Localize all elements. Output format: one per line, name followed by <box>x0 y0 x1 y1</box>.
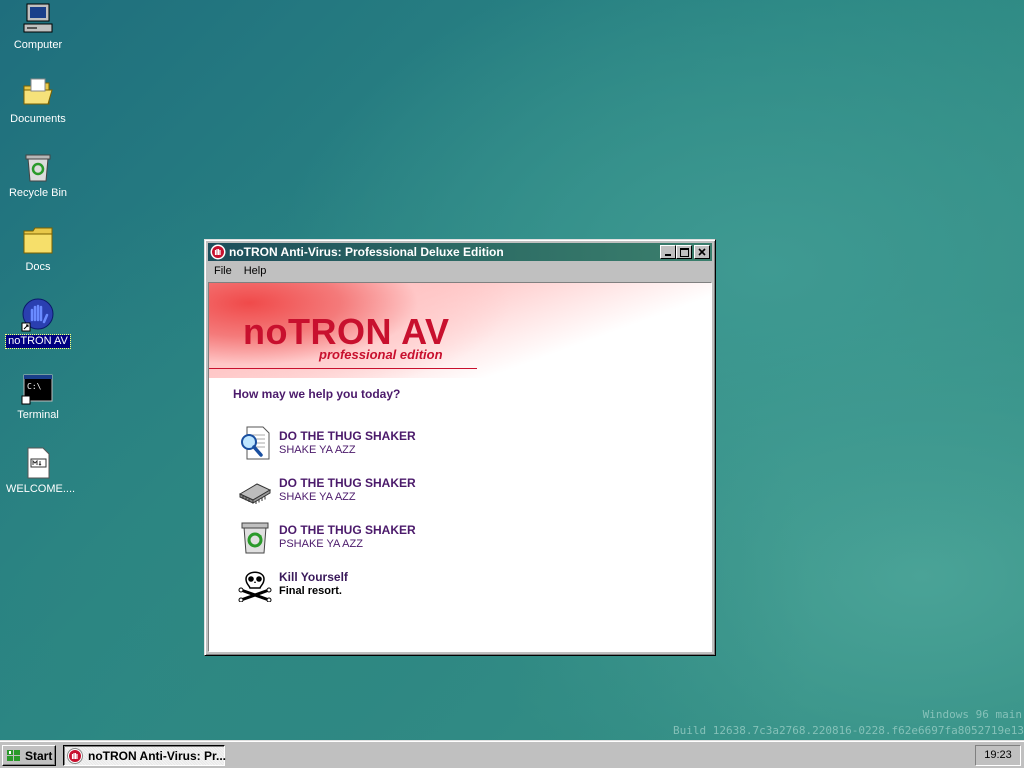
desktop-icon-computer[interactable]: Computer <box>4 2 72 52</box>
system-tray-clock: 19:23 <box>975 745 1021 766</box>
window-title: noTRON Anti-Virus: Professional Deluxe E… <box>229 245 504 259</box>
desktop-icon-notron-av[interactable]: noTRON AV <box>4 298 72 349</box>
maximize-icon <box>679 248 689 257</box>
menu-help[interactable]: Help <box>238 262 273 277</box>
desktop-icon-docs[interactable]: Docs <box>4 224 72 274</box>
folder-icon <box>23 227 53 254</box>
notron-shield-icon <box>21 298 54 332</box>
action-memory[interactable]: DO THE THUG SHAKER SHAKE YA AZZ <box>237 472 537 512</box>
action-subtitle: SHAKE YA AZZ <box>279 491 356 503</box>
desktop-icon-label: Docs <box>25 261 51 273</box>
action-subtitle: Final resort. <box>279 585 342 597</box>
build-watermark-line1: Windows 96 main <box>922 708 1022 721</box>
desktop-icon-terminal[interactable]: C:\ Terminal <box>4 372 72 422</box>
computer-icon <box>23 3 53 33</box>
action-subtitle: PSHAKE YA AZZ <box>279 538 363 550</box>
taskbar-button-notron[interactable]: noTRON Anti-Virus: Pr... <box>63 745 227 766</box>
recycle-bin-icon <box>241 522 269 554</box>
help-prompt: How may we help you today? <box>233 387 401 401</box>
close-button[interactable] <box>694 245 710 259</box>
start-label: Start <box>25 749 53 763</box>
title-bar[interactable]: noTRON Anti-Virus: Professional Deluxe E… <box>208 243 712 261</box>
action-title: DO THE THUG SHAKER <box>279 429 416 443</box>
action-title: Kill Yourself <box>279 570 348 584</box>
notron-stop-icon <box>67 748 83 764</box>
desktop-icon-label: WELCOME.... <box>6 483 76 495</box>
taskbar: Start noTRON Anti-Virus: Pr... 19:23 <box>0 740 1024 768</box>
desktop-icon-welcome[interactable]: WELCOME.... <box>4 446 75 496</box>
markdown-file-icon <box>27 447 50 479</box>
skull-crossbones-icon <box>238 571 272 602</box>
terminal-icon: C:\ <box>21 374 53 405</box>
close-icon <box>698 248 706 256</box>
brand-divider <box>209 368 477 369</box>
recycle-bin-icon <box>25 154 51 182</box>
notron-window: noTRON Anti-Virus: Professional Deluxe E… <box>204 239 716 656</box>
start-button[interactable]: Start <box>2 745 56 766</box>
action-scan[interactable]: DO THE THUG SHAKER SHAKE YA AZZ <box>237 425 537 465</box>
notron-stop-icon <box>210 244 226 260</box>
desktop-icon-recycle-bin[interactable]: Recycle Bin <box>4 150 72 200</box>
folder-open-icon <box>23 78 53 105</box>
svg-text:C:\: C:\ <box>27 382 42 391</box>
action-subtitle: SHAKE YA AZZ <box>279 444 356 456</box>
action-recycle[interactable]: DO THE THUG SHAKER PSHAKE YA AZZ <box>237 519 537 559</box>
menu-file[interactable]: File <box>208 262 238 277</box>
desktop-icon-documents[interactable]: Documents <box>4 76 72 126</box>
maximize-button[interactable] <box>676 245 692 259</box>
brand-edition: professional edition <box>319 347 443 362</box>
desktop-icon-label: noTRON AV <box>5 334 71 349</box>
window-content: noTRON AV professional edition How may w… <box>208 282 712 652</box>
menu-bar: File Help <box>208 262 712 281</box>
desktop-icon-label: Computer <box>13 39 63 51</box>
minimize-button[interactable] <box>660 245 676 259</box>
desktop-icon-label: Documents <box>10 113 66 125</box>
build-watermark-line2: Build 12638.7c3a2768.220816-0228.f62e669… <box>673 724 1024 737</box>
taskbar-button-label: noTRON Anti-Virus: Pr... <box>88 749 227 763</box>
action-title: DO THE THUG SHAKER <box>279 523 416 537</box>
desktop-icon-label: Terminal <box>17 409 59 421</box>
scan-magnifier-icon <box>241 426 270 460</box>
start-logo-icon <box>7 750 20 761</box>
brand-banner: noTRON AV professional edition <box>209 283 711 378</box>
memory-chip-icon <box>238 483 272 504</box>
action-title: DO THE THUG SHAKER <box>279 476 416 490</box>
action-kill[interactable]: Kill Yourself Final resort. <box>237 566 537 606</box>
desktop-icon-label: Recycle Bin <box>8 187 68 199</box>
minimize-icon <box>665 254 671 256</box>
